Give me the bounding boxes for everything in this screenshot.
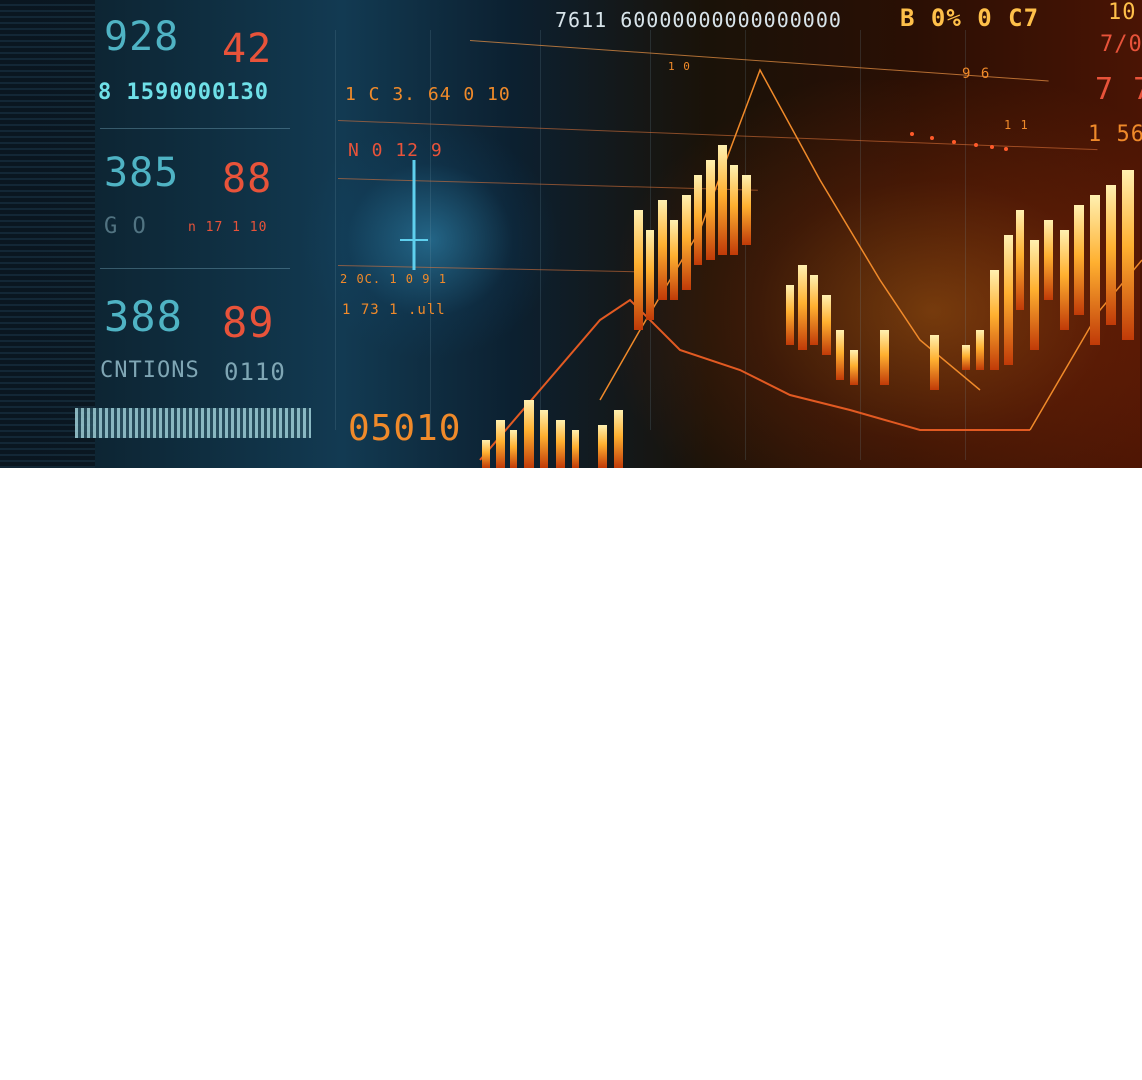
candlestick-illustration [400,68,1142,468]
price-line-high [599,68,981,401]
financial-banner-image: 928 42 8 1590000130 385 88 G O n 17 1 10… [0,0,1142,468]
marker-dots [910,132,1008,151]
